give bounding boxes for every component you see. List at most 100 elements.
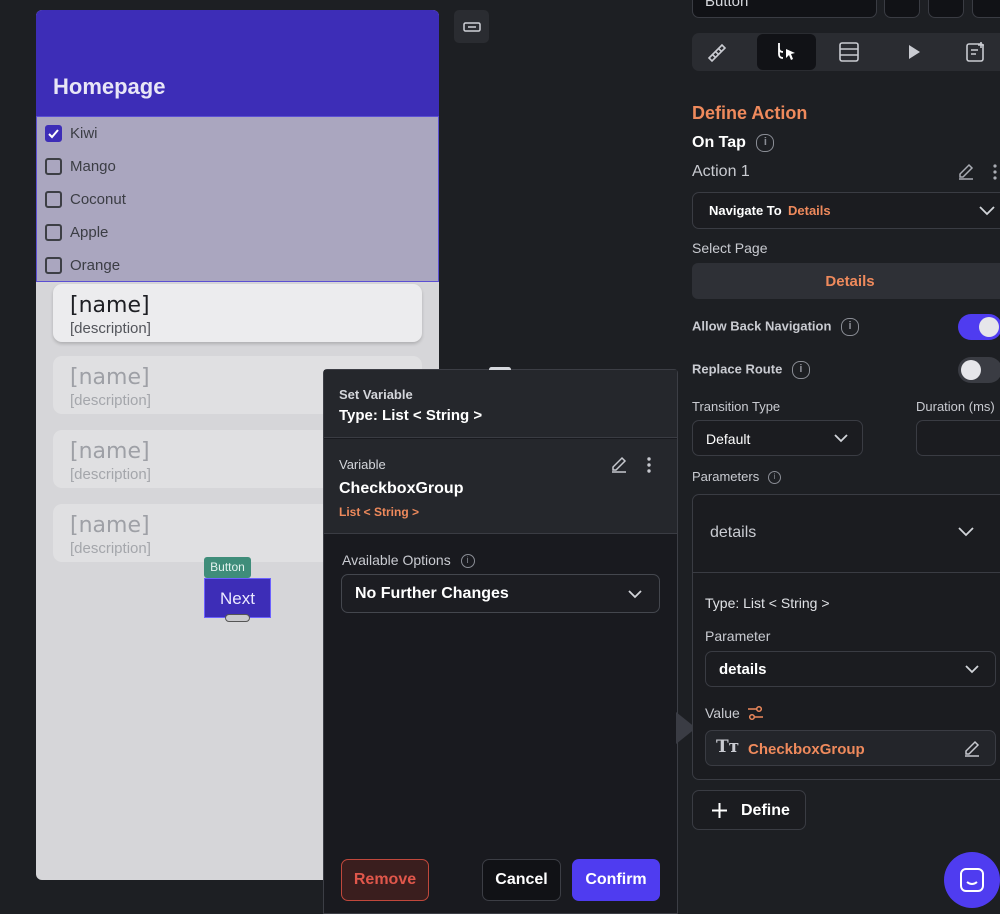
chat-icon [960, 868, 984, 892]
keyboard-icon [462, 21, 481, 32]
backend-query-icon[interactable] [838, 41, 860, 63]
available-options-value: No Further Changes [355, 585, 509, 602]
parameter-card: details Type: List < String > Parameter … [692, 494, 1000, 780]
remove-button[interactable]: Remove [341, 859, 429, 901]
parameter-type: Type: List < String > [705, 595, 830, 611]
checkbox-kiwi[interactable]: Kiwi [45, 123, 98, 143]
replace-route-toggle[interactable] [958, 357, 1000, 383]
transition-type-dropdown[interactable]: Default [692, 420, 863, 456]
select-page-field[interactable]: Details [692, 263, 1000, 299]
parameter-header[interactable]: details [693, 495, 1000, 573]
checkbox-unchecked-icon[interactable] [45, 223, 62, 241]
checkbox-checked-icon[interactable] [45, 124, 62, 142]
info-icon[interactable]: i [756, 134, 775, 152]
replace-route-label: Replace Route [692, 361, 783, 377]
select-page-label: Select Page [692, 240, 768, 256]
value-row: Value [705, 705, 740, 721]
card-description: [description] [70, 320, 151, 337]
allow-back-toggle[interactable] [958, 314, 1000, 340]
variable-section: Variable CheckboxGroup List < String > [324, 439, 677, 534]
component-icon[interactable] [928, 0, 964, 18]
checkbox-coconut[interactable]: Coconut [45, 189, 126, 209]
edit-icon[interactable] [956, 162, 976, 182]
variable-name: CheckboxGroup [339, 480, 464, 497]
properties-panel: Button Define Action On Tap i Action 1 N… [678, 0, 1000, 914]
popup-header: Set Variable Type: List < String > [324, 370, 677, 438]
actions-tab[interactable] [757, 34, 816, 70]
play-icon[interactable] [906, 43, 922, 61]
variable-type: List < String > [339, 505, 420, 519]
available-options-dropdown[interactable]: No Further Changes [341, 574, 660, 613]
edit-icon[interactable] [609, 455, 629, 475]
widget-tree-icon[interactable] [884, 0, 920, 18]
widget-type-tag: Button [204, 557, 251, 578]
keyboard-toggle[interactable] [454, 10, 489, 43]
chevron-down-icon [958, 527, 974, 537]
next-button[interactable]: Next [204, 578, 271, 618]
action-type-dropdown[interactable]: Navigate To Details [692, 192, 1000, 229]
section-title: Define Action [692, 103, 808, 123]
parameter-value: details [719, 661, 767, 678]
allow-back-row: Allow Back Navigation i [692, 318, 860, 336]
info-icon[interactable]: i [460, 554, 475, 569]
card-name: [name] [70, 439, 150, 464]
card-name: [name] [70, 365, 150, 390]
duration-input[interactable] [916, 420, 1000, 456]
cancel-button[interactable]: Cancel [482, 859, 561, 901]
checkbox-group[interactable]: Kiwi Mango Coconut Apple Orange [36, 116, 439, 282]
parameter-header-name: details [710, 524, 757, 541]
checkbox-unchecked-icon[interactable] [45, 190, 62, 208]
value-value: CheckboxGroup [748, 741, 865, 758]
chevron-down-icon [965, 665, 979, 674]
confirm-button[interactable]: Confirm [572, 859, 660, 901]
parameters-row: Parameters i [692, 469, 781, 485]
variable-label: Variable [339, 457, 386, 472]
chevron-down-icon [979, 206, 995, 216]
info-icon[interactable]: i [791, 361, 810, 379]
actions-icon [778, 43, 795, 60]
checkbox-unchecked-icon[interactable] [45, 256, 62, 274]
properties-tab-icon[interactable] [705, 41, 729, 65]
set-variable-popup: Set Variable Type: List < String > Varia… [323, 367, 678, 914]
action-prefix: Navigate To [709, 203, 782, 218]
variable-source-icon[interactable] [747, 705, 764, 721]
list-item-card[interactable]: [name] [description] [53, 284, 422, 342]
more-vertical-icon[interactable] [644, 455, 654, 475]
plus-icon [712, 803, 727, 818]
checkbox-orange[interactable]: Orange [45, 255, 120, 275]
chevron-down-icon [628, 590, 642, 599]
parameters-label: Parameters [692, 469, 760, 484]
checkbox-apple[interactable]: Apple [45, 222, 108, 242]
checkbox-mango[interactable]: Mango [45, 156, 116, 176]
select-page-value: Details [825, 273, 875, 290]
allow-back-label: Allow Back Navigation [692, 318, 832, 334]
define-button[interactable]: Define [692, 790, 806, 830]
checkbox-unchecked-icon[interactable] [45, 157, 62, 175]
key-icon[interactable] [972, 0, 1000, 18]
available-options-row: Available Options i [342, 552, 475, 569]
chat-support-button[interactable] [944, 852, 1000, 908]
notes-icon[interactable] [964, 40, 988, 64]
app-bar[interactable]: Homepage [36, 10, 439, 116]
checkbox-label: Orange [70, 256, 121, 274]
checkbox-label: Apple [70, 223, 109, 241]
edit-icon [965, 740, 980, 757]
widget-name-field[interactable]: Button [692, 0, 877, 18]
value-field[interactable]: Tт CheckboxGroup [705, 730, 996, 766]
card-description: [description] [70, 540, 151, 557]
more-vertical-icon[interactable] [991, 162, 999, 182]
define-label: Define [741, 802, 790, 819]
resize-handle[interactable] [225, 614, 250, 622]
available-options-label: Available Options [342, 552, 451, 568]
checkbox-label: Coconut [70, 190, 126, 208]
parameter-label: Parameter [705, 628, 771, 644]
popup-header-label: Set Variable [339, 387, 413, 402]
trigger-row: On Tap i [692, 134, 775, 152]
app-bar-title: Homepage [53, 74, 166, 99]
info-icon[interactable]: i [767, 471, 781, 485]
info-icon[interactable]: i [841, 318, 860, 336]
parameter-dropdown[interactable]: details [705, 651, 996, 687]
popup-header-type: Type: List < String > [339, 407, 483, 424]
action-target: Details [788, 203, 831, 218]
widget-name-value: Button [705, 0, 749, 10]
